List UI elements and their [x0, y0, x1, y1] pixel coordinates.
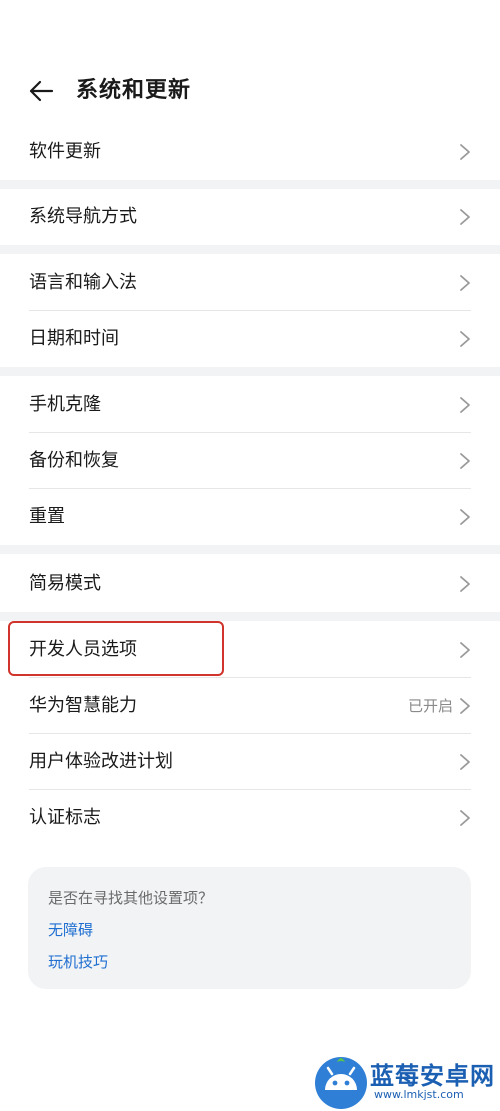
group-separator: [0, 367, 500, 376]
row-backup-restore[interactable]: 备份和恢复: [0, 433, 500, 489]
group-separator: [0, 180, 500, 189]
chevron-right-icon: [460, 275, 470, 291]
row-system-navigation[interactable]: 系统导航方式: [0, 189, 500, 245]
chevron-right-icon: [460, 810, 470, 826]
row-language-input[interactable]: 语言和输入法: [0, 255, 500, 311]
watermark-url: www.lmkjst.com: [374, 1088, 464, 1101]
row-user-experience-plan[interactable]: 用户体验改进计划: [0, 734, 500, 790]
header: 系统和更新: [0, 62, 500, 120]
chevron-right-icon: [460, 576, 470, 592]
row-label: 备份和恢复: [29, 450, 119, 471]
chevron-right-icon: [460, 144, 470, 160]
row-certification-marks[interactable]: 认证标志: [0, 790, 500, 846]
row-label: 简易模式: [29, 573, 101, 594]
row-label: 日期和时间: [29, 328, 119, 349]
settings-group-6: 开发人员选项 华为智慧能力 已开启 用户体验改进计划 认证标志: [0, 622, 500, 846]
row-date-time[interactable]: 日期和时间: [0, 311, 500, 367]
row-developer-options[interactable]: 开发人员选项: [0, 622, 500, 678]
row-simple-mode[interactable]: 简易模式: [0, 556, 500, 612]
row-label: 重置: [29, 506, 65, 527]
chevron-right-icon: [460, 209, 470, 225]
settings-group-5: 简易模式: [0, 556, 500, 612]
suggestion-card: 是否在寻找其他设置项？ 无障碍 玩机技巧: [28, 867, 471, 989]
back-arrow-icon[interactable]: [28, 78, 54, 104]
chevron-right-icon: [460, 642, 470, 658]
settings-group-3: 语言和输入法 日期和时间: [0, 255, 500, 367]
group-separator: [0, 612, 500, 621]
row-label: 软件更新: [29, 141, 101, 162]
chevron-right-icon: [460, 509, 470, 525]
settings-group-4: 手机克隆 备份和恢复 重置: [0, 377, 500, 545]
row-label: 认证标志: [29, 807, 101, 828]
row-label: 用户体验改进计划: [29, 751, 173, 772]
group-separator: [0, 545, 500, 554]
android-robot-logo-icon: [315, 1057, 367, 1109]
group-separator: [0, 245, 500, 254]
chevron-right-icon: [460, 397, 470, 413]
chevron-right-icon: [460, 754, 470, 770]
row-label: 开发人员选项: [29, 639, 137, 660]
row-huawei-intelligence[interactable]: 华为智慧能力 已开启: [0, 678, 500, 734]
row-label: 系统导航方式: [29, 206, 137, 227]
link-accessibility[interactable]: 无障碍: [48, 919, 93, 940]
row-reset[interactable]: 重置: [0, 489, 500, 545]
settings-group-2: 系统导航方式: [0, 189, 500, 245]
page-title: 系统和更新: [76, 78, 192, 103]
chevron-right-icon: [460, 331, 470, 347]
watermark-name: 蓝莓安卓网: [370, 1062, 495, 1090]
settings-group-1: 软件更新: [0, 124, 500, 180]
row-status-value: 已开启: [407, 697, 453, 715]
suggestion-title: 是否在寻找其他设置项？: [48, 889, 214, 907]
row-label: 手机克隆: [29, 394, 101, 415]
chevron-right-icon: [460, 453, 470, 469]
row-software-update[interactable]: 软件更新: [0, 124, 500, 180]
chevron-right-icon: [460, 698, 470, 714]
row-label: 华为智慧能力: [29, 695, 137, 716]
row-label: 语言和输入法: [29, 272, 137, 293]
row-phone-clone[interactable]: 手机克隆: [0, 377, 500, 433]
link-phone-tips[interactable]: 玩机技巧: [48, 951, 108, 972]
watermark: 蓝莓安卓网 www.lmkjst.com: [312, 1050, 498, 1110]
